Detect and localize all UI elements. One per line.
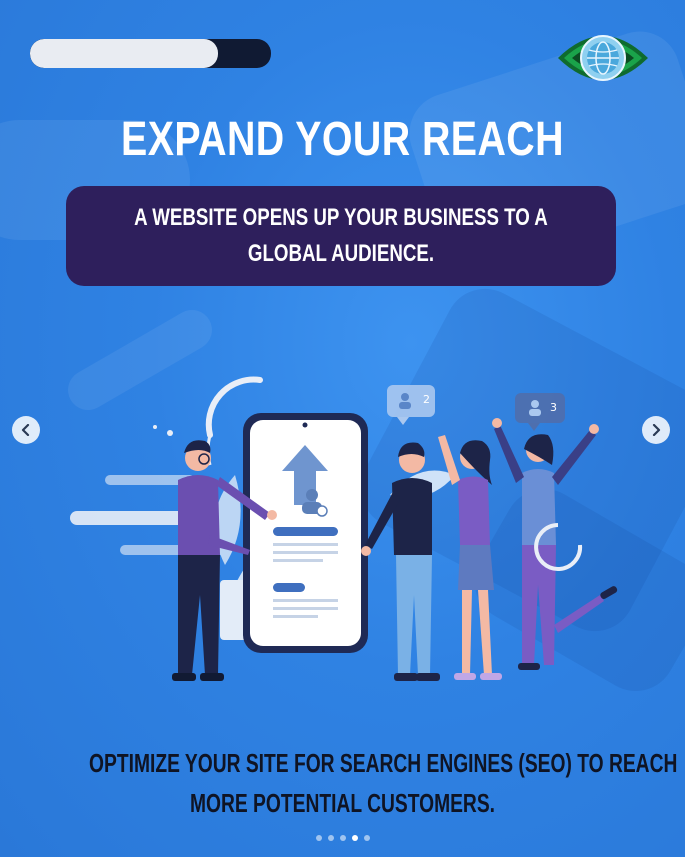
slide-footer-text: OPTIMIZE YOUR SITE FOR SEARCH ENGINES (S… [0, 743, 685, 823]
carousel-dot[interactable] [327, 835, 334, 841]
carousel-dot[interactable] [363, 835, 370, 841]
person-woman-figure [438, 435, 502, 680]
chevron-right-icon [652, 424, 661, 436]
smartphone-icon [243, 413, 368, 653]
next-slide-button[interactable] [642, 416, 670, 444]
carousel-dot[interactable] [339, 835, 346, 841]
slide-title: EXPAND YOUR REACH [121, 113, 564, 166]
footer-line-2: MORE POTENTIAL CUSTOMERS. [189, 788, 496, 818]
chat-bubble-icon [515, 393, 565, 431]
footer-line-1: OPTIMIZE YOUR SITE FOR SEARCH ENGINES (S… [89, 748, 678, 778]
story-progress-bar [30, 39, 271, 68]
carousel-dot[interactable] [315, 835, 322, 841]
eye-globe-logo [558, 35, 648, 81]
subtitle-banner: A WEBSITE OPENS UP YOUR BUSINESS TO A GL… [66, 186, 616, 286]
person-woman-figure [492, 418, 618, 670]
chevron-left-icon [21, 424, 30, 436]
chat-bubble-count: 2 [423, 393, 430, 406]
slide-subtitle: A WEBSITE OPENS UP YOUR BUSINESS TO A GL… [134, 204, 548, 267]
story-progress-fill [30, 39, 218, 68]
carousel-dot[interactable] [351, 835, 358, 841]
previous-slide-button[interactable] [12, 416, 40, 444]
people-smartphone-illustration: 2 3 [70, 376, 618, 681]
chat-bubble-count: 3 [550, 401, 557, 414]
carousel-pagination-dots [0, 835, 685, 841]
